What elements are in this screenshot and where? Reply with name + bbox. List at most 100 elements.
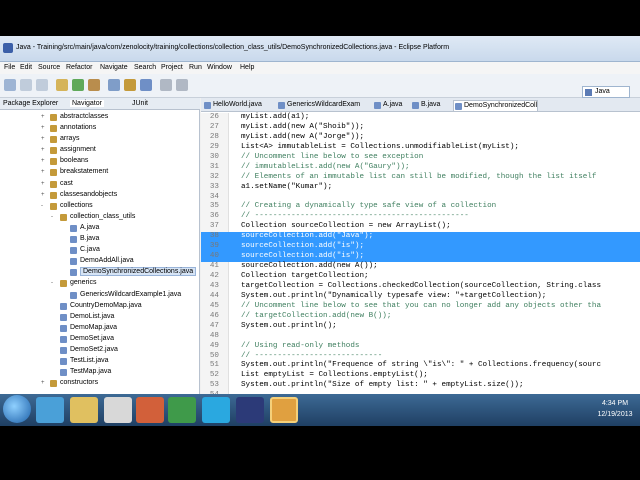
- menu-navigate[interactable]: Navigate: [100, 64, 128, 71]
- recorder-icon[interactable]: [270, 397, 298, 423]
- code-line[interactable]: 51 System.out.println("Frequence of strin…: [201, 361, 640, 371]
- explorer-icon[interactable]: [70, 397, 98, 423]
- editor-tab-a[interactable]: A.java: [373, 100, 402, 111]
- tree-item[interactable]: + cast: [0, 179, 200, 190]
- excel-icon[interactable]: [168, 397, 196, 423]
- code-line[interactable]: 41 sourceCollection.add(new A());: [201, 262, 640, 272]
- code-line[interactable]: 30 // Uncomment line below to see excepti…: [201, 153, 640, 163]
- tree-item[interactable]: DemoSet.java: [0, 334, 200, 345]
- tree-item[interactable]: DemoSet2.java: [0, 345, 200, 356]
- menu-refactor[interactable]: Refactor: [66, 64, 92, 71]
- tree-item[interactable]: TestMap.java: [0, 367, 200, 378]
- tree-item[interactable]: DemoAddAll.java: [0, 256, 200, 267]
- code-line[interactable]: 52 List emptyList = Collections.emptyList…: [201, 371, 640, 381]
- tree-item[interactable]: GenericsWildcardExample1.java: [0, 290, 200, 301]
- tree-expand-icon[interactable]: +: [41, 125, 45, 131]
- code-line[interactable]: 53 System.out.println("Size of empty list…: [201, 381, 640, 391]
- new-java-project-icon[interactable]: [108, 79, 120, 91]
- tree-item[interactable]: TestList.java: [0, 356, 200, 367]
- code-line[interactable]: 48: [201, 332, 640, 342]
- menu-run[interactable]: Run: [189, 64, 202, 71]
- system-clock[interactable]: 4:34 PM 12/19/2013: [592, 398, 638, 420]
- code-line[interactable]: 38 sourceCollection.add("Java");: [201, 232, 640, 243]
- code-area[interactable]: 26 myList.add(a1); 27 myList.add(new A("Sho…: [201, 113, 640, 411]
- tree-item[interactable]: + abstractclasses: [0, 112, 200, 123]
- tree-item[interactable]: - collection_class_utils: [0, 212, 200, 223]
- code-line[interactable]: 45 // Uncomment line below to see that yo…: [201, 302, 640, 312]
- ie-icon[interactable]: [36, 397, 64, 423]
- code-line[interactable]: 37 Collection sourceCollection = new Arra…: [201, 222, 640, 232]
- tree-item[interactable]: + constructors: [0, 378, 200, 389]
- open-type-icon[interactable]: [160, 79, 172, 91]
- tree-item[interactable]: A.java: [0, 223, 200, 234]
- tab-navigator[interactable]: Navigator: [70, 100, 104, 107]
- tab-package-explorer[interactable]: Package Explorer: [3, 100, 58, 107]
- editor-tab-helloworld[interactable]: HelloWorld.java: [203, 100, 262, 111]
- tree-item[interactable]: C.java: [0, 245, 200, 256]
- tree-item[interactable]: CountryDemoMap.java: [0, 301, 200, 312]
- tree-expand-icon[interactable]: +: [41, 114, 45, 120]
- code-line[interactable]: 36 // -----------------------------------…: [201, 212, 640, 222]
- print-icon[interactable]: [36, 79, 48, 91]
- chrome-icon[interactable]: [104, 397, 132, 423]
- code-line[interactable]: 40 sourceCollection.add("is");: [201, 252, 640, 263]
- code-line[interactable]: 33 a1.setName("Kumar");: [201, 183, 640, 193]
- tree-expand-icon[interactable]: +: [41, 147, 45, 153]
- menu-edit[interactable]: Edit: [20, 64, 32, 71]
- skype-icon[interactable]: [202, 397, 230, 423]
- code-line[interactable]: 35 // Creating a dynamically type safe vi…: [201, 202, 640, 212]
- code-line[interactable]: 29 List<A> immutableList = Collections.un…: [201, 143, 640, 153]
- tree-expand-icon[interactable]: -: [51, 280, 53, 286]
- new-package-icon[interactable]: [124, 79, 136, 91]
- tree-item[interactable]: - generics: [0, 278, 200, 289]
- code-line[interactable]: 32 // Elements of an immutable list can s…: [201, 173, 640, 183]
- tree-item[interactable]: - collections: [0, 201, 200, 212]
- tree-item[interactable]: DemoMap.java: [0, 323, 200, 334]
- tree-item[interactable]: B.java: [0, 234, 200, 245]
- tree-item[interactable]: + assignment: [0, 145, 200, 156]
- code-line[interactable]: 47 System.out.println();: [201, 322, 640, 332]
- tree-item[interactable]: + annotations: [0, 123, 200, 134]
- code-line[interactable]: 43 targetCollection = Collections.checked…: [201, 282, 640, 292]
- code-line[interactable]: 28 myList.add(new A("Jorge"));: [201, 133, 640, 143]
- tree-expand-icon[interactable]: -: [41, 203, 43, 209]
- tree-item[interactable]: DemoList.java: [0, 312, 200, 323]
- code-line[interactable]: 34: [201, 193, 640, 203]
- code-line[interactable]: 50 // ----------------------------: [201, 352, 640, 362]
- run-icon[interactable]: [72, 79, 84, 91]
- editor-tab-b[interactable]: B.java: [411, 100, 440, 111]
- tree-item[interactable]: + arrays: [0, 134, 200, 145]
- code-line[interactable]: 42 Collection targetCollection;: [201, 272, 640, 282]
- perspective-java[interactable]: Java: [582, 86, 630, 98]
- menu-window[interactable]: Window: [207, 64, 232, 71]
- tree-expand-icon[interactable]: +: [41, 169, 45, 175]
- tree-item[interactable]: DemoSynchronizedCollections.java: [0, 267, 200, 278]
- tree-item[interactable]: + breakstatement: [0, 167, 200, 178]
- code-line[interactable]: 44 System.out.println("Dynamically typesa…: [201, 292, 640, 302]
- menu-help[interactable]: Help: [240, 64, 254, 71]
- powerpoint-icon[interactable]: [136, 397, 164, 423]
- new-icon[interactable]: [4, 79, 16, 91]
- editor-tab-genericswildcard[interactable]: GenericsWildcardExam: [277, 100, 360, 111]
- editor-tab-demosynchronized[interactable]: DemoSynchronizedColl: [453, 100, 539, 111]
- menu-source[interactable]: Source: [38, 64, 60, 71]
- start-button-icon[interactable]: [3, 395, 31, 423]
- tree-item[interactable]: + classesandobjects: [0, 190, 200, 201]
- tab-junit[interactable]: JUnit: [132, 100, 148, 107]
- code-line[interactable]: 27 myList.add(new A("Shoib"));: [201, 123, 640, 133]
- tree-expand-icon[interactable]: +: [41, 136, 45, 142]
- menu-file[interactable]: File: [4, 64, 15, 71]
- search-icon[interactable]: [176, 79, 188, 91]
- new-class-icon[interactable]: [140, 79, 152, 91]
- debug-icon[interactable]: [56, 79, 68, 91]
- code-line[interactable]: 46 // targetCollection.add(new B());: [201, 312, 640, 322]
- code-line[interactable]: 31 // immutableList.add(new A("Gaury"));: [201, 163, 640, 173]
- menu-search[interactable]: Search: [134, 64, 156, 71]
- code-line[interactable]: 26 myList.add(a1);: [201, 113, 640, 123]
- tree-expand-icon[interactable]: +: [41, 192, 45, 198]
- tree-expand-icon[interactable]: +: [41, 181, 45, 187]
- tree-item[interactable]: + booleans: [0, 156, 200, 167]
- menu-project[interactable]: Project: [161, 64, 183, 71]
- eclipse-taskbar-icon[interactable]: [236, 397, 264, 423]
- external-tools-icon[interactable]: [88, 79, 100, 91]
